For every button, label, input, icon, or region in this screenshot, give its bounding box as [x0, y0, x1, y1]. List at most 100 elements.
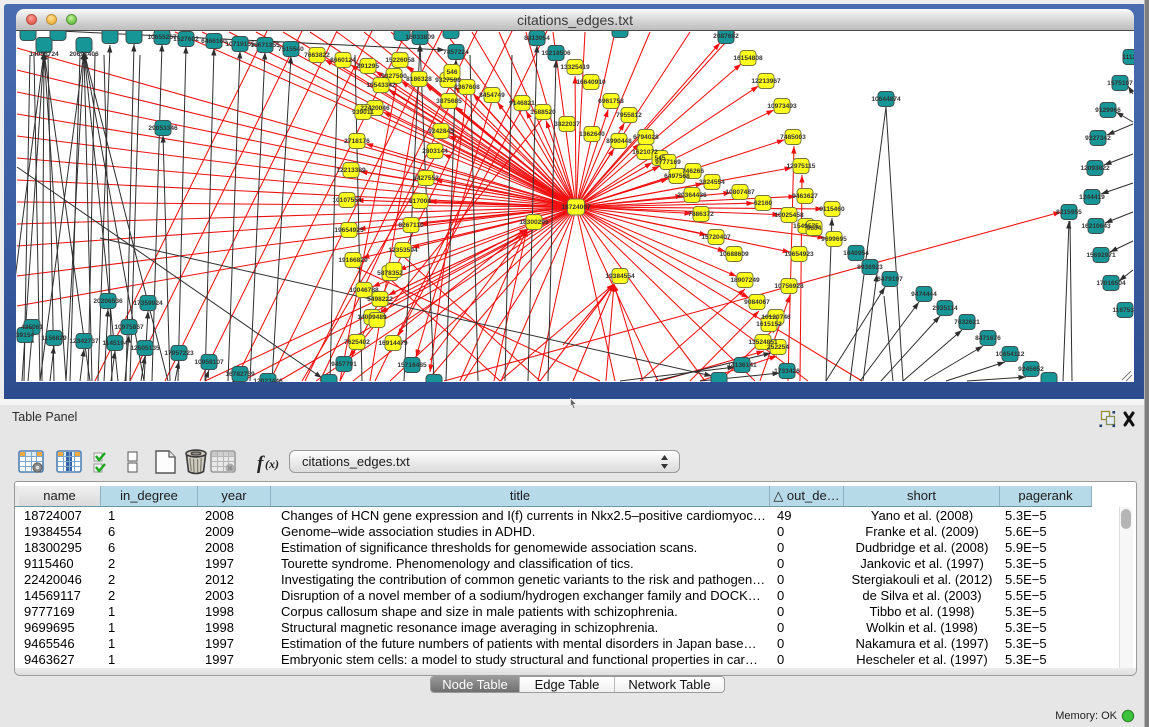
svg-text:10644874: 10644874: [871, 96, 901, 103]
svg-text:8990448: 8990448: [606, 138, 632, 145]
svg-text:8938923: 8938923: [857, 264, 883, 271]
svg-text:6497568: 6497568: [664, 173, 690, 180]
svg-text:1362640: 1362640: [579, 131, 605, 138]
svg-text:14099489: 14099489: [357, 314, 387, 321]
svg-text:18300295: 18300295: [519, 219, 549, 226]
svg-text:9115460: 9115460: [819, 206, 845, 213]
svg-text:10107554: 10107554: [332, 197, 362, 204]
svg-text:10688609: 10688609: [719, 251, 749, 258]
svg-text:14136141: 14136141: [727, 362, 757, 369]
svg-text:62160: 62160: [754, 200, 773, 207]
svg-text:19384554: 19384554: [605, 273, 635, 280]
svg-text:546: 546: [446, 69, 457, 76]
svg-text:1733426: 1733426: [774, 368, 800, 375]
svg-text:f: f: [257, 453, 265, 474]
svg-text:8471676: 8471676: [975, 335, 1001, 342]
svg-text:3824554: 3824554: [699, 179, 725, 186]
svg-text:18907249: 18907249: [730, 277, 760, 284]
svg-text:10756928: 10756928: [774, 283, 804, 290]
svg-text:19654923: 19654923: [784, 251, 814, 258]
svg-text:10807487: 10807487: [725, 189, 755, 196]
svg-text:9699695: 9699695: [821, 236, 847, 243]
svg-text:9146821: 9146821: [509, 100, 535, 107]
svg-text:20691406: 20691406: [69, 51, 99, 58]
svg-text:16210643: 16210643: [1081, 223, 1111, 230]
svg-text:3875685: 3875685: [436, 98, 462, 105]
svg-text:1244419: 1244419: [1079, 194, 1105, 201]
svg-text:5878352: 5878352: [377, 270, 403, 277]
svg-text:7632621: 7632621: [954, 319, 980, 326]
svg-text:19166829: 19166829: [338, 257, 368, 264]
svg-text:11123: 11123: [1122, 54, 1134, 61]
svg-text:14055724: 14055724: [29, 51, 59, 58]
svg-text:9474444: 9474444: [911, 291, 937, 298]
svg-text:10046788: 10046788: [349, 287, 379, 294]
svg-text:939011: 939011: [352, 109, 374, 116]
svg-text:12023446: 12023446: [253, 378, 283, 382]
svg-text:17016504: 17016504: [1096, 280, 1126, 287]
svg-text:15226058: 15226058: [385, 57, 415, 64]
svg-text:10973493: 10973493: [767, 103, 797, 110]
svg-text:435061: 435061: [21, 324, 43, 331]
svg-text:891295: 891295: [357, 63, 379, 70]
svg-text:1145194: 1145194: [102, 340, 128, 347]
svg-text:8427552: 8427552: [413, 175, 439, 182]
svg-text:15692971: 15692971: [1086, 252, 1116, 259]
svg-text:8186328: 8186328: [406, 76, 432, 83]
svg-text:9604: 9604: [807, 225, 822, 232]
svg-text:12342737: 12342737: [69, 338, 99, 345]
svg-text:7625402: 7625402: [344, 339, 370, 346]
svg-text:7886372: 7886372: [688, 211, 714, 218]
svg-text:19218506: 19218506: [541, 50, 571, 57]
svg-text:12213389: 12213389: [336, 167, 366, 174]
svg-text:7515540: 7515540: [278, 46, 304, 53]
svg-text:16033809: 16033809: [405, 34, 435, 41]
svg-text:10958107: 10958107: [194, 359, 224, 366]
svg-text:8660124: 8660124: [330, 57, 356, 64]
svg-text:1588520: 1588520: [530, 109, 556, 116]
svg-text:10975867: 10975867: [114, 324, 144, 331]
svg-text:19654925: 19654925: [334, 227, 364, 234]
svg-text:6961758: 6961758: [598, 98, 624, 105]
svg-text:7857224: 7857224: [443, 49, 469, 56]
svg-text:13325419: 13325419: [560, 64, 590, 71]
svg-text:8215955: 8215955: [1056, 209, 1082, 216]
svg-text:2718176: 2718176: [344, 138, 370, 145]
svg-text:8267110: 8267110: [398, 222, 424, 229]
svg-text:10025458: 10025458: [774, 212, 804, 219]
svg-text:29053346: 29053346: [148, 125, 178, 132]
svg-text:16914479: 16914479: [378, 340, 408, 347]
svg-text:8454749: 8454749: [479, 92, 505, 99]
svg-text:6466160: 6466160: [201, 38, 227, 45]
svg-text:7485003: 7485003: [780, 134, 806, 141]
svg-text:9327508: 9327508: [435, 77, 461, 84]
svg-text:16782759: 16782759: [225, 371, 255, 378]
svg-text:17957223: 17957223: [164, 350, 194, 357]
svg-text:2367608: 2367608: [454, 84, 480, 91]
svg-text:9227342: 9227342: [1085, 135, 1111, 142]
svg-text:1527602: 1527602: [173, 36, 199, 43]
svg-text:10120746: 10120746: [761, 314, 791, 321]
svg-text:16671355: 16671355: [250, 42, 280, 49]
svg-text:39154: 39154: [16, 332, 34, 339]
svg-text:9084067: 9084067: [744, 299, 770, 306]
svg-text:6479197: 6479197: [877, 276, 903, 283]
svg-text:20364436: 20364436: [677, 192, 707, 199]
svg-text:9463627: 9463627: [792, 193, 818, 200]
svg-text:10654112: 10654112: [996, 351, 1025, 358]
svg-text:1156829: 1156829: [41, 335, 67, 342]
svg-text:20206536: 20206536: [93, 298, 123, 305]
svg-text:2935114: 2935114: [932, 305, 958, 312]
svg-text:2803144: 2803144: [422, 148, 448, 155]
svg-text:252254: 252254: [767, 344, 789, 351]
svg-text:(x): (x): [265, 457, 279, 471]
svg-text:9327500: 9327500: [381, 73, 407, 80]
svg-text:15720407: 15720407: [701, 234, 731, 241]
svg-text:12353594: 12353594: [388, 247, 418, 254]
svg-text:12213967: 12213967: [751, 78, 781, 85]
svg-text:8813054: 8813054: [524, 35, 550, 42]
svg-text:12093822: 12093822: [1080, 165, 1110, 172]
svg-text:17359924: 17359924: [133, 300, 163, 307]
svg-text:9242845: 9242845: [428, 128, 454, 135]
svg-text:12505135: 12505135: [130, 345, 160, 352]
